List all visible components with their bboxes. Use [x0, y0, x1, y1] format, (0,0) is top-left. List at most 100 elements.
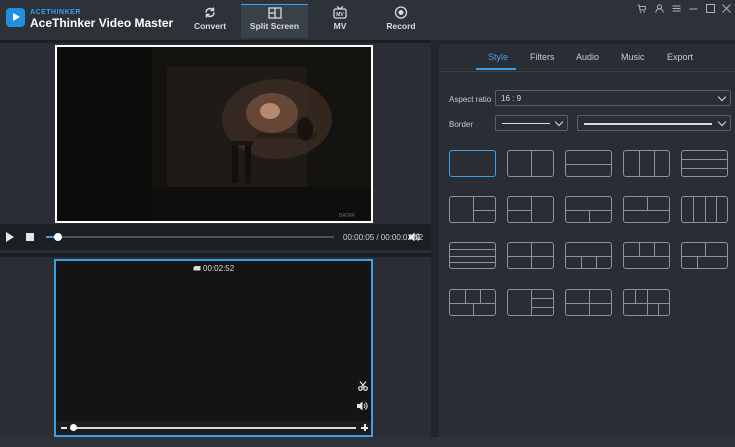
seek-bar[interactable] — [46, 233, 334, 241]
border-width-select[interactable] — [577, 115, 731, 131]
template-divider — [530, 290, 532, 315]
template-divider — [508, 209, 531, 211]
player-controls: 00:00:05 / 00:00:02:52 — [0, 224, 431, 250]
zoom-slider[interactable] — [72, 427, 356, 429]
tab-divider — [439, 71, 735, 72]
split-screen-icon — [267, 7, 282, 19]
layout-template[interactable] — [507, 150, 554, 177]
record-button[interactable]: Record — [384, 4, 418, 38]
template-divider — [472, 302, 474, 315]
clock-icon — [193, 266, 201, 271]
border-label: Border — [449, 120, 474, 129]
template-divider — [530, 151, 532, 176]
template-divider — [566, 302, 589, 304]
brand-small: ACETHINKER — [30, 9, 81, 16]
slot-duration-row: 00:02:52 — [56, 264, 371, 273]
record-icon — [394, 6, 408, 19]
template-divider — [479, 290, 481, 303]
cart-icon[interactable] — [637, 4, 647, 16]
close-icon[interactable] — [722, 4, 731, 16]
template-divider — [624, 302, 669, 304]
layout-template[interactable] — [565, 242, 612, 269]
minus-icon[interactable] — [61, 427, 67, 429]
play-icon[interactable] — [6, 232, 14, 242]
tab-audio[interactable]: Audio — [576, 52, 599, 62]
template-divider — [638, 243, 640, 256]
tab-export[interactable]: Export — [667, 52, 693, 62]
template-divider — [530, 298, 553, 300]
template-divider — [653, 243, 655, 256]
layout-template[interactable] — [565, 196, 612, 223]
template-divider — [693, 197, 695, 222]
layout-template[interactable] — [681, 196, 728, 223]
template-divider — [638, 151, 640, 176]
tab-style[interactable]: Style — [488, 52, 508, 62]
template-divider — [450, 249, 495, 251]
template-divider — [464, 290, 466, 303]
template-divider — [566, 255, 611, 257]
layout-template[interactable] — [449, 150, 496, 177]
layout-template[interactable] — [623, 289, 670, 316]
convert-label: Convert — [193, 21, 227, 31]
layout-template[interactable] — [449, 196, 496, 223]
layout-template[interactable] — [681, 242, 728, 269]
template-divider — [646, 197, 648, 210]
video-slot[interactable]: 00:02:52 — [54, 259, 373, 437]
video-preview[interactable]: BATAR — [55, 45, 373, 223]
template-divider — [624, 209, 669, 211]
menu-icon[interactable] — [672, 4, 681, 16]
slot-zoom-bar — [56, 421, 371, 435]
layout-template[interactable] — [623, 196, 670, 223]
title-bar: ACETHINKER AceThinker Video Master Conve… — [0, 0, 735, 40]
mv-button[interactable]: MV MV — [326, 4, 354, 38]
layout-template[interactable] — [623, 242, 670, 269]
scissors-icon[interactable] — [358, 381, 368, 391]
split-screen-button[interactable]: Split Screen — [241, 4, 308, 38]
plus-icon[interactable] — [361, 424, 368, 431]
border-style-select[interactable] — [495, 115, 568, 131]
layout-template[interactable] — [507, 196, 554, 223]
tab-filters[interactable]: Filters — [530, 52, 555, 62]
layout-template[interactable] — [507, 289, 554, 316]
template-divider — [566, 163, 611, 165]
video-frame: BATAR — [57, 47, 371, 221]
slot-volume-icon[interactable] — [357, 401, 368, 411]
template-divider — [450, 261, 495, 263]
maximize-icon[interactable] — [706, 4, 715, 16]
aspect-ratio-select[interactable]: 16 : 9 — [495, 90, 731, 106]
layout-template[interactable] — [565, 150, 612, 177]
stop-icon[interactable] — [26, 233, 34, 241]
layout-template[interactable] — [565, 289, 612, 316]
border-line-preview — [502, 123, 550, 124]
minimize-icon[interactable] — [689, 4, 698, 16]
template-divider — [682, 159, 727, 161]
svg-text:MV: MV — [336, 12, 344, 18]
template-divider — [653, 151, 655, 176]
template-divider — [588, 290, 590, 315]
layout-template[interactable] — [449, 289, 496, 316]
aspect-ratio-label: Aspect ratio — [449, 95, 492, 104]
template-divider — [704, 197, 706, 222]
template-divider — [472, 209, 495, 211]
volume-icon[interactable] — [409, 232, 420, 242]
layout-template[interactable] — [681, 150, 728, 177]
template-divider — [508, 255, 553, 257]
template-divider — [704, 243, 706, 256]
template-divider — [530, 306, 553, 308]
seek-handle[interactable] — [53, 233, 62, 241]
template-divider — [657, 302, 659, 315]
status-bar — [0, 437, 735, 447]
template-divider — [696, 255, 698, 268]
zoom-handle[interactable] — [70, 424, 77, 431]
video-watermark: BATAR — [339, 213, 355, 219]
layout-template[interactable] — [507, 242, 554, 269]
convert-button[interactable]: Convert — [190, 4, 230, 38]
layout-template[interactable] — [449, 242, 496, 269]
layout-template[interactable] — [623, 150, 670, 177]
chevron-down-icon — [717, 92, 727, 102]
template-divider — [682, 167, 727, 169]
template-divider — [530, 197, 532, 222]
mv-icon: MV — [333, 6, 347, 19]
tab-music[interactable]: Music — [621, 52, 645, 62]
user-icon[interactable] — [655, 4, 664, 16]
